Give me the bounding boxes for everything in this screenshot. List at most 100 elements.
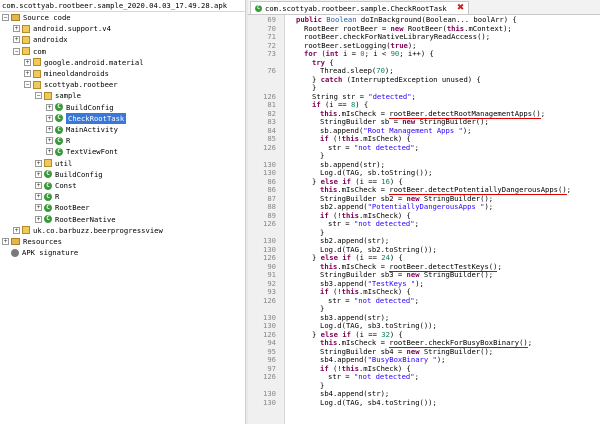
code-token: ; <box>566 185 571 194</box>
tree-item[interactable]: + uk.co.barbuzz.beerprogressview <box>13 225 163 236</box>
tree-item-label: BuildConfig <box>66 102 114 112</box>
tree-expand-toggle[interactable]: − <box>35 92 42 100</box>
tree-item[interactable]: + C BuildConfig <box>46 102 114 113</box>
editor-tab[interactable]: C com.scottyab.rootbeer.sample.CheckRoot… <box>250 1 470 14</box>
code-token: ; <box>414 142 419 152</box>
tree-item[interactable]: + C RootBeer <box>35 202 90 213</box>
line-number: 73 <box>267 49 276 58</box>
code-token: ; <box>414 295 419 305</box>
code-token: "not detected" <box>353 219 415 228</box>
tree-expand-toggle[interactable]: + <box>35 204 42 212</box>
tree-item-label: mineoldandroids <box>44 69 109 78</box>
tree-expand-toggle[interactable]: + <box>46 126 53 134</box>
tree-item[interactable]: + C TextViewFont <box>46 146 118 157</box>
tree-expand-toggle[interactable]: + <box>35 215 42 223</box>
package-icon <box>44 91 52 100</box>
code-token: "not detected" <box>353 372 415 381</box>
code-token: ; <box>540 108 546 118</box>
class-icon: C <box>44 192 52 201</box>
tree-item[interactable]: + android.support.v4 <box>13 23 111 34</box>
tree-expand-toggle[interactable]: + <box>35 193 42 201</box>
tree-item[interactable]: + C BuildConfig <box>35 169 103 180</box>
tree-item-label: RootBeer <box>55 203 90 213</box>
code-token: "not detected" <box>353 142 415 152</box>
class-icon: C <box>55 136 63 145</box>
line-number: 126 <box>263 372 276 381</box>
code-text: } catch (InterruptedException unused) { <box>312 75 481 85</box>
code-token: ) { <box>389 253 403 262</box>
tree-expand-toggle[interactable]: − <box>24 81 31 89</box>
code-token: ; <box>414 372 419 381</box>
tree-expand-toggle[interactable]: + <box>35 170 42 178</box>
package-icon <box>22 47 30 56</box>
tree-item-label: BuildConfig <box>55 169 103 179</box>
tree-item[interactable]: + util <box>35 158 72 169</box>
line-number: 130 <box>263 397 276 407</box>
tree-item[interactable]: + C R <box>46 135 70 146</box>
tree-expand-toggle[interactable]: + <box>2 238 9 246</box>
tree-item[interactable]: + androidx <box>13 34 68 45</box>
tree-item[interactable]: − scottyab.rootbeer <box>24 79 118 90</box>
class-icon: C <box>44 170 52 179</box>
tree-item-label: R <box>66 136 71 146</box>
tree-expand-toggle[interactable]: + <box>46 103 53 111</box>
folder-icon <box>11 238 20 246</box>
code-token: "not detected" <box>353 295 415 305</box>
folder-icon <box>11 14 20 22</box>
tree-expand-toggle[interactable]: + <box>46 114 53 122</box>
code-token: 90 <box>390 49 400 58</box>
line-number: 126 <box>263 142 276 152</box>
tree-item-label: R <box>55 192 60 202</box>
code-token: ; <box>411 91 416 101</box>
class-icon: C <box>255 4 262 12</box>
tree-expand-toggle[interactable]: − <box>2 14 9 22</box>
tree-item[interactable]: + google.android.material <box>24 57 144 68</box>
editor-tab-title: com.scottyab.rootbeer.sample.CheckRootTa… <box>265 3 447 13</box>
code-text: str = "not detected"; <box>328 142 419 153</box>
tree-item[interactable]: + C MainActivity <box>46 124 118 135</box>
tree-item[interactable]: − com <box>13 46 46 57</box>
tree-expand-toggle[interactable]: + <box>35 182 42 190</box>
line-number: 126 <box>263 295 276 305</box>
tree-expand-toggle[interactable]: + <box>13 25 20 33</box>
line-number: 76 <box>267 66 276 75</box>
tree-expand-toggle[interactable]: + <box>46 148 53 156</box>
tree-item-label: com <box>33 46 46 56</box>
tree-item[interactable]: − Source code <box>2 12 71 23</box>
close-tab-icon[interactable]: ✖ <box>457 3 465 13</box>
code-token: str = <box>328 372 354 381</box>
code-token: i = <box>342 49 361 58</box>
package-icon <box>33 58 41 67</box>
code-token: ; i < <box>364 49 391 58</box>
tree-item-label: CheckRootTask <box>66 112 127 124</box>
tree-item[interactable]: + C RootBeerNative <box>35 214 116 225</box>
tree-item[interactable]: + C Const <box>35 180 77 191</box>
tree-item[interactable]: + Resources <box>2 236 62 247</box>
tree-expand-toggle[interactable]: + <box>24 70 31 78</box>
class-icon: C <box>44 215 52 224</box>
class-icon: C <box>55 103 63 112</box>
tree-expand-toggle[interactable]: + <box>35 159 42 167</box>
tree-item-label: RootBeerNative <box>55 214 116 224</box>
code-text: str = "not detected"; <box>328 372 419 382</box>
tree-item-label: androidx <box>33 35 68 45</box>
tree-item[interactable]: + C CheckRootTask <box>46 112 127 124</box>
code-token: ; <box>497 261 502 271</box>
tree-item[interactable]: + mineoldandroids <box>24 68 109 79</box>
apk-file-title[interactable]: com.scottyab.rootbeer.sample_2020.04.03_… <box>0 0 245 12</box>
tree-expand-toggle[interactable]: + <box>13 36 20 44</box>
tree-item[interactable]: APK signature <box>2 247 78 258</box>
tree-item-label: TextViewFont <box>66 147 118 157</box>
code-token: "detected" <box>368 91 412 101</box>
tree-expand-toggle[interactable]: + <box>46 137 53 145</box>
package-icon <box>33 80 41 89</box>
tree-expand-toggle[interactable]: − <box>13 47 20 55</box>
tree-item[interactable]: + C R <box>35 191 59 202</box>
tree-expand-toggle[interactable]: + <box>24 58 31 66</box>
tree-item-label: Source code <box>23 13 71 22</box>
tree-item[interactable]: − sample <box>35 90 81 101</box>
tree-item-label: APK signature <box>22 248 79 258</box>
code-text: str = "not detected"; <box>328 219 419 229</box>
tree-expand-toggle[interactable]: + <box>13 226 20 234</box>
class-icon: C <box>55 125 63 134</box>
